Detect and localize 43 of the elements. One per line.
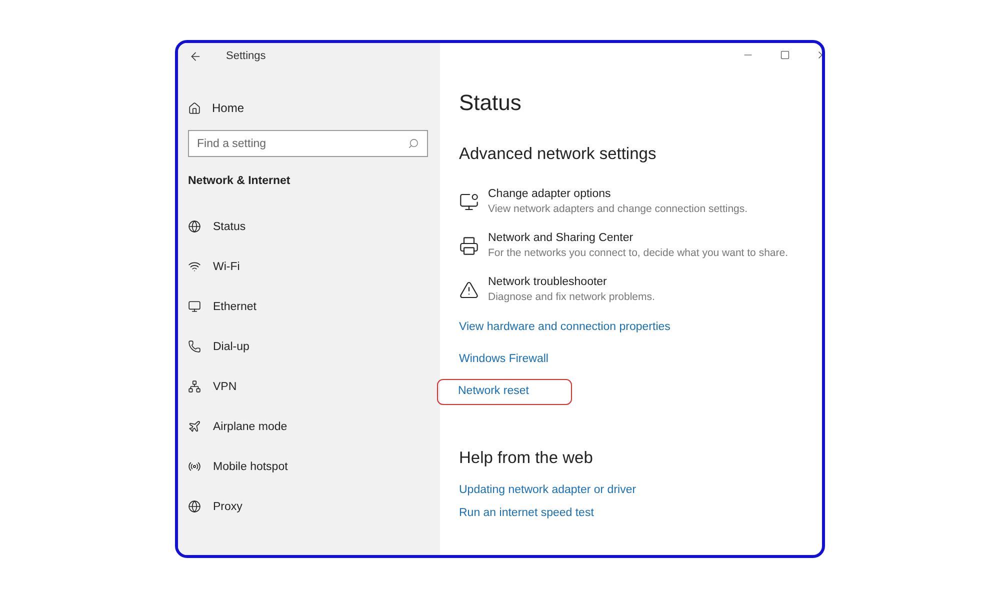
option-link[interactable]: Change adapter options	[488, 188, 748, 200]
page-title: Status	[459, 90, 522, 116]
nav-item[interactable]: Dial-up	[188, 337, 428, 356]
section-heading: Network & Internet	[188, 175, 292, 187]
radio-icon	[188, 460, 201, 473]
nav-item[interactable]: Mobile hotspot	[188, 457, 428, 476]
settings-link[interactable]: Network reset	[438, 380, 571, 404]
search-field[interactable]: Find a setting	[188, 130, 428, 157]
monitor-icon	[459, 192, 479, 212]
network-icon	[188, 380, 201, 393]
nav-item[interactable]: Status	[188, 217, 428, 236]
airplane-icon	[188, 420, 201, 433]
option-link[interactable]: Network and Sharing Center	[488, 232, 788, 244]
section-heading: Advanced network settings	[459, 145, 658, 164]
nav-item[interactable]: Proxy	[188, 497, 428, 516]
help-link[interactable]: Updating network adapter or driver	[459, 483, 636, 498]
help-link[interactable]: Run an internet speed test	[459, 506, 594, 521]
section-heading: Help from the web	[459, 449, 594, 468]
window-title: Settings	[226, 50, 266, 62]
globe-icon	[188, 500, 201, 513]
option-description: View network adapters and change connection settings.	[488, 203, 748, 215]
back-button[interactable]	[189, 50, 202, 62]
printer-icon	[459, 236, 479, 256]
nav-item[interactable]: Wi-Fi	[188, 257, 428, 276]
settings-link[interactable]: Windows Firewall	[459, 352, 548, 367]
globe-icon	[188, 220, 201, 233]
nav-item[interactable]: Airplane mode	[188, 417, 428, 436]
nav-item[interactable]: VPN	[188, 377, 428, 396]
search-input[interactable]: Find a setting	[197, 138, 397, 150]
monitor-icon	[188, 300, 201, 313]
phone-icon	[188, 340, 201, 353]
option-description: Diagnose and fix network problems.	[488, 291, 655, 303]
back-arrow-icon	[189, 50, 202, 62]
home-icon	[188, 102, 201, 114]
maximize-icon	[780, 50, 790, 60]
option-description: For the networks you connect to, decide what you want to share.	[488, 247, 788, 259]
home-link[interactable]: Home	[188, 101, 428, 115]
settings-link[interactable]: View hardware and connection properties	[459, 320, 670, 335]
maximize-button[interactable]	[780, 50, 790, 60]
search-icon	[408, 138, 419, 149]
nav-item[interactable]: Ethernet	[188, 297, 428, 316]
option-link[interactable]: Network troubleshooter	[488, 276, 655, 288]
warning-icon	[459, 280, 479, 300]
